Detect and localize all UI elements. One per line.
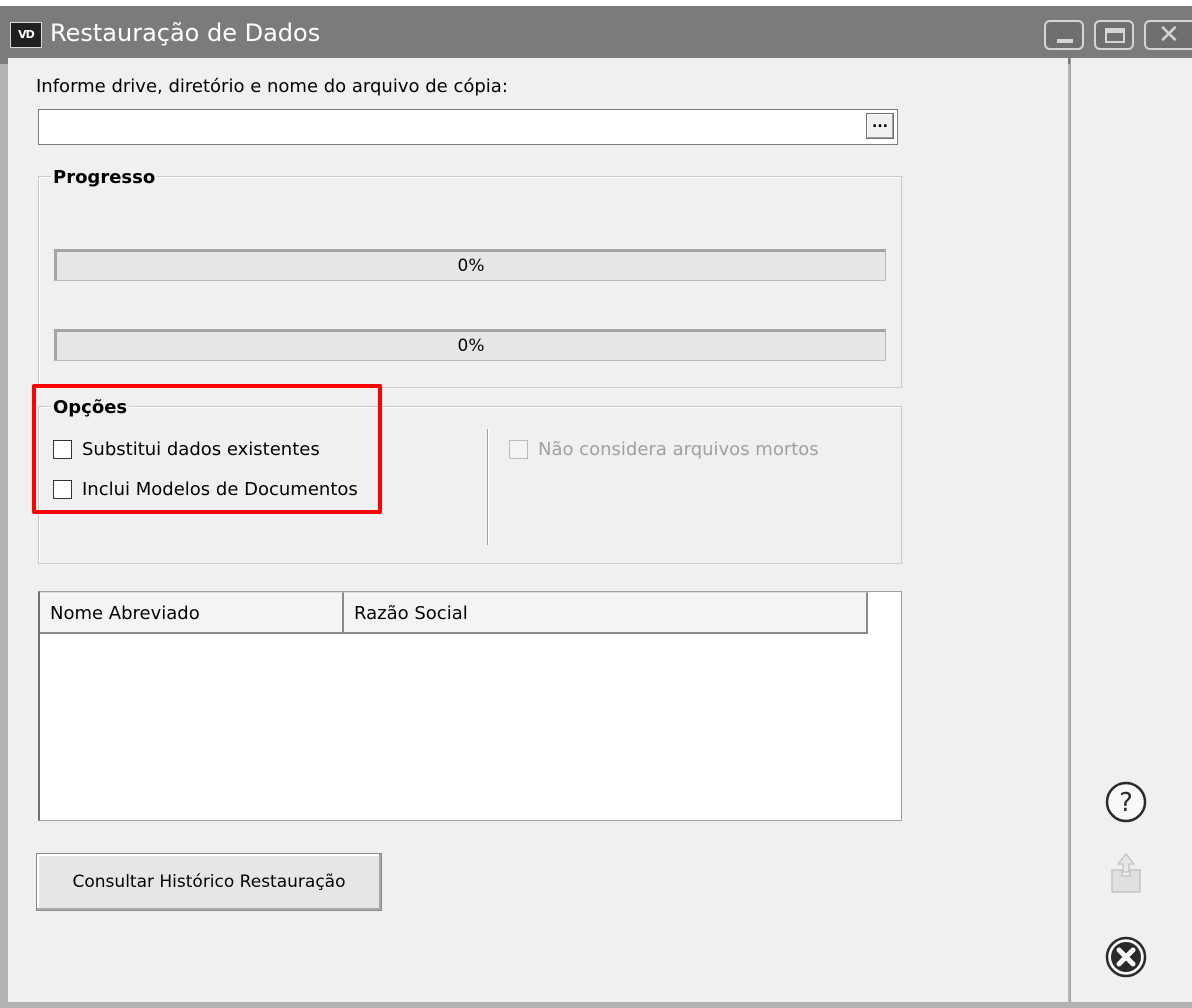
exit-icon[interactable] bbox=[1104, 935, 1148, 979]
options-group: Opções Substitui dados existentes Inclui… bbox=[38, 397, 902, 564]
minimize-button[interactable] bbox=[1044, 20, 1084, 50]
checkbox-label: Não considera arquivos mortos bbox=[538, 439, 819, 460]
minimize-icon bbox=[1057, 39, 1073, 43]
client-area: Informe drive, diretório e nome do arqui… bbox=[8, 58, 1068, 1002]
help-icon[interactable]: ? bbox=[1104, 780, 1148, 824]
column-header-nome-abreviado[interactable]: Nome Abreviado bbox=[40, 592, 344, 634]
history-button[interactable]: Consultar Histórico Restauração bbox=[36, 853, 382, 911]
progress-bar-primary: 0% bbox=[54, 249, 886, 281]
title-bar[interactable]: VD Restauração de Dados ✕ bbox=[0, 6, 1192, 64]
options-divider bbox=[487, 429, 489, 545]
file-path-label: Informe drive, diretório e nome do arqui… bbox=[36, 76, 508, 97]
svg-text:?: ? bbox=[1119, 788, 1133, 818]
window-title: Restauração de Dados bbox=[50, 19, 321, 47]
options-group-title: Opções bbox=[51, 397, 130, 418]
column-header-razao-social[interactable]: Razão Social bbox=[344, 592, 868, 634]
checkbox-box[interactable] bbox=[53, 480, 72, 499]
browse-button[interactable]: ... bbox=[866, 113, 894, 139]
close-icon: ✕ bbox=[1158, 20, 1180, 50]
ignore-dead-files-checkbox: Não considera arquivos mortos bbox=[509, 439, 819, 460]
checkbox-label: Substitui dados existentes bbox=[82, 439, 320, 460]
maximize-icon bbox=[1105, 28, 1125, 43]
checkbox-box bbox=[509, 440, 528, 459]
checkbox-label: Inclui Modelos de Documentos bbox=[82, 479, 358, 500]
checkbox-box[interactable] bbox=[53, 440, 72, 459]
progress-text-secondary: 0% bbox=[457, 336, 485, 356]
maximize-button[interactable] bbox=[1094, 20, 1134, 50]
close-button[interactable]: ✕ bbox=[1144, 20, 1192, 50]
table-header: Nome Abreviado Razão Social bbox=[40, 592, 868, 634]
progress-group-title: Progresso bbox=[51, 167, 158, 188]
file-path-input[interactable] bbox=[38, 109, 898, 145]
include-templates-checkbox[interactable]: Inclui Modelos de Documentos bbox=[53, 479, 358, 500]
progress-text-primary: 0% bbox=[457, 256, 485, 276]
replace-data-checkbox[interactable]: Substitui dados existentes bbox=[53, 439, 320, 460]
export-icon bbox=[1111, 852, 1141, 893]
progress-bar-secondary: 0% bbox=[54, 329, 886, 361]
company-table[interactable]: Nome Abreviado Razão Social bbox=[38, 591, 902, 821]
progress-group: Progresso 0% 0% bbox=[38, 167, 902, 388]
app-icon: VD bbox=[10, 22, 42, 48]
